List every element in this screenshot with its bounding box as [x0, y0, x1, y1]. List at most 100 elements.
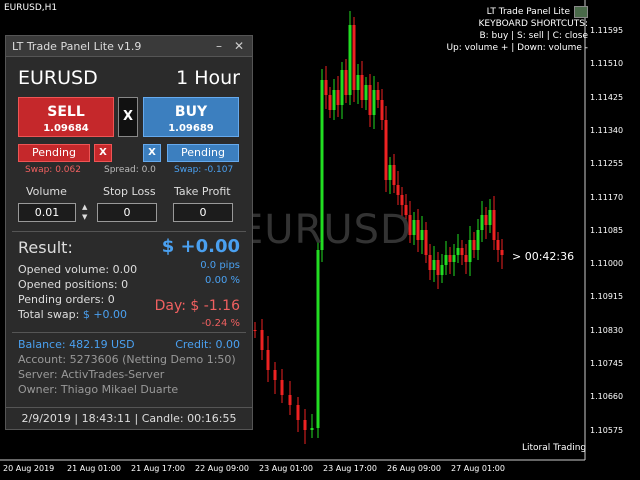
candle-body	[328, 95, 332, 110]
candle-body	[472, 240, 476, 250]
swap-buy: Swap: -0.107	[174, 165, 234, 175]
buy-label: BUY	[174, 104, 208, 120]
stoploss-input[interactable]: 0	[97, 203, 157, 222]
symbol-label: EURUSD	[18, 67, 98, 89]
close-all-button[interactable]: X	[118, 97, 138, 137]
candle-body	[456, 248, 460, 255]
shortcuts-info: LT Trade Panel Lite KEYBOARD SHORTCUTS: …	[446, 6, 588, 54]
price-axis-label: 1.10830	[590, 325, 624, 335]
result-label: Result:	[18, 238, 73, 257]
time-axis-label: 21 Aug 01:00	[67, 464, 121, 473]
cancel-pending-sell-button[interactable]: X	[94, 144, 112, 162]
price-axis-label: 1.10745	[590, 359, 624, 368]
time-axis-label: 22 Aug 09:00	[195, 464, 249, 473]
trade-panel: LT Trade Panel Lite v1.9 – ✕ EURUSD 1 Ho…	[5, 35, 253, 430]
time-axis-label: 27 Aug 01:00	[451, 464, 505, 473]
candle-body	[356, 75, 360, 90]
total-swap-label: Total swap:	[18, 308, 80, 321]
candle-body	[384, 120, 388, 180]
result-section: Result: $ +0.00 0.0 pips 0.00 % Opened v…	[6, 232, 252, 332]
candle-body	[416, 220, 420, 240]
candle-body	[420, 230, 424, 240]
candle-body	[492, 210, 496, 240]
candle-body	[480, 215, 484, 230]
candle-body	[260, 330, 264, 350]
candle-body	[340, 70, 344, 105]
price-axis-label: 1.11085	[590, 225, 624, 235]
credit: Credit: 0.00	[175, 338, 240, 351]
price-axis-label: 1.11595	[590, 26, 624, 35]
candle-body	[440, 265, 444, 275]
candle-body	[428, 255, 432, 270]
candle-body	[412, 220, 416, 235]
volume-stepper[interactable]: ▲ ▼	[82, 202, 87, 222]
candle-body	[360, 75, 364, 100]
minimize-icon[interactable]: –	[216, 39, 222, 53]
result-percent: 0.00 %	[205, 275, 240, 286]
volume-label: Volume	[26, 185, 67, 198]
shortcuts-line-2: Up: volume + | Down: volume -	[446, 43, 588, 53]
price-axis-label: 1.11170	[590, 192, 624, 202]
swap-sell: Swap: 0.062	[25, 165, 81, 175]
candle-body	[496, 240, 500, 250]
pending-buy-button[interactable]: Pending	[167, 144, 239, 162]
pending-sell-button[interactable]: Pending	[18, 144, 90, 162]
panel-title: LT Trade Panel Lite v1.9	[12, 39, 142, 53]
account-info: Balance: 482.19 USD Credit: 0.00 Account…	[6, 333, 252, 397]
candle-body	[392, 165, 396, 185]
indicator-icon[interactable]	[574, 6, 588, 18]
balance: Balance: 482.19 USD	[18, 338, 135, 351]
timeframe-label: 1 Hour	[176, 67, 240, 89]
indicator-name: LT Trade Panel Lite	[486, 7, 570, 17]
panel-header[interactable]: LT Trade Panel Lite v1.9 – ✕	[6, 36, 252, 57]
sell-price: 1.09684	[43, 123, 89, 134]
candle-body	[344, 70, 348, 95]
candle-body	[396, 185, 400, 195]
buy-button[interactable]: BUY 1.09689	[143, 97, 239, 137]
candle-body	[324, 80, 328, 95]
stepper-down-icon[interactable]: ▼	[82, 212, 87, 222]
price-axis-label: 1.11425	[590, 92, 624, 102]
pending-orders: Pending orders: 0	[18, 293, 115, 306]
candle-body	[452, 255, 456, 262]
candle-body	[288, 395, 292, 405]
sell-button[interactable]: SELL 1.09684	[18, 97, 114, 137]
candle-body	[368, 85, 372, 115]
candle-body	[464, 255, 468, 262]
candle-body	[488, 210, 492, 225]
shortcuts-line-1: B: buy | S: sell | C: close	[479, 31, 588, 41]
opened-volume: Opened volume: 0.00	[18, 263, 138, 276]
close-icon[interactable]: ✕	[234, 39, 244, 53]
candle-body	[310, 428, 314, 430]
sell-label: SELL	[47, 104, 85, 120]
time-axis-label: 23 Aug 01:00	[259, 464, 313, 473]
candle-body	[332, 90, 336, 110]
candle-body	[380, 100, 384, 120]
symbol-watermark: EURUSD	[238, 207, 412, 253]
day-percent: -0.24 %	[201, 318, 240, 329]
cancel-pending-buy-button[interactable]: X	[143, 144, 161, 162]
total-swap-value: $ +0.00	[82, 308, 128, 321]
total-swap: Total swap: $ +0.00	[18, 308, 127, 321]
candle-body	[500, 250, 504, 255]
candle-body	[400, 195, 404, 205]
candle-body	[352, 25, 356, 90]
candle-body	[273, 370, 277, 380]
takeprofit-input[interactable]: 0	[173, 203, 233, 222]
status-footer: 2/9/2019 | 18:43:11 | Candle: 00:16:55	[6, 407, 252, 429]
candle-body	[303, 420, 307, 430]
volume-input[interactable]: 0.01	[18, 203, 76, 222]
time-axis-label: 21 Aug 17:00	[131, 464, 185, 473]
price-axis-label: 1.11340	[590, 125, 624, 135]
candle-body	[253, 330, 257, 331]
brand-label: Litoral Trading	[522, 443, 587, 453]
buy-price: 1.09689	[168, 123, 214, 134]
spread-value: Spread: 0.0	[104, 165, 156, 175]
candle-body	[336, 90, 340, 105]
takeprofit-label: Take Profit	[174, 185, 231, 198]
candle-body	[424, 230, 428, 255]
candle-body	[444, 255, 448, 265]
time-axis-label: 26 Aug 09:00	[387, 464, 441, 473]
price-axis-label: 1.10915	[590, 292, 624, 302]
stepper-up-icon[interactable]: ▲	[82, 202, 87, 212]
